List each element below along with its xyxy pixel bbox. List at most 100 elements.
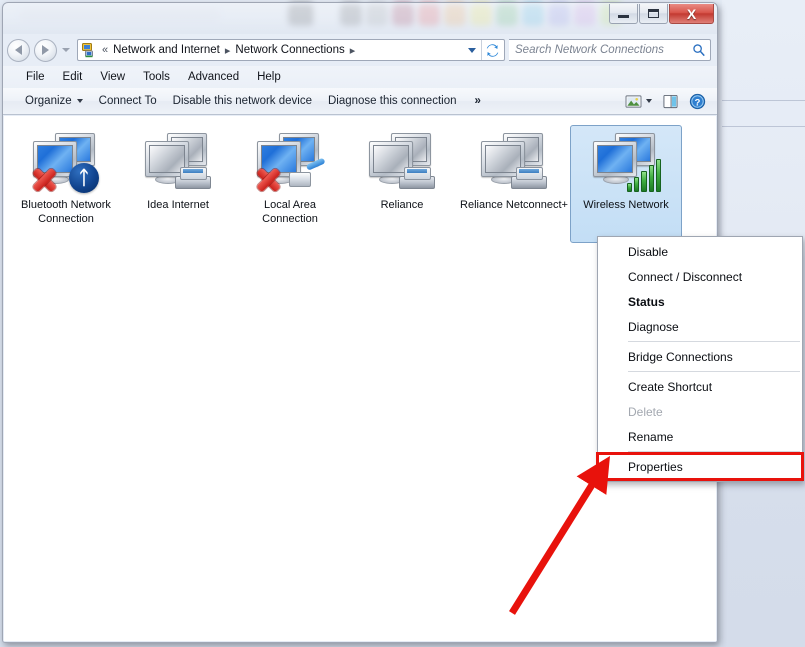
menu-edit[interactable]: Edit	[54, 69, 92, 85]
context-menu: Disable Connect / Disconnect Status Diag…	[596, 236, 804, 482]
menu-help[interactable]: Help	[248, 69, 290, 85]
connect-to-button[interactable]: Connect To	[91, 92, 165, 110]
network-icon	[81, 42, 97, 58]
menu-file[interactable]: File	[17, 69, 54, 85]
bluetooth-icon: ᛏ	[69, 163, 99, 193]
context-menu-label: Delete	[628, 404, 663, 419]
connection-item-idea-internet[interactable]: Idea Internet	[122, 125, 234, 243]
red-x-icon	[253, 164, 283, 193]
search-box[interactable]: Search Network Connections	[509, 39, 711, 61]
context-menu-separator	[628, 451, 800, 452]
change-view-icon	[625, 94, 642, 108]
navigation-bar: « Network and Internet ▸ Network Connect…	[3, 34, 717, 66]
context-menu-item-connect-disconnect[interactable]: Connect / Disconnect	[598, 264, 802, 289]
close-button[interactable]: X	[669, 4, 714, 24]
refresh-icon	[486, 43, 499, 57]
shield-icon	[604, 458, 621, 475]
maximize-icon	[648, 9, 659, 18]
recent-pages-chevron-down-icon[interactable]	[62, 48, 70, 52]
background-window-divider	[722, 126, 805, 127]
context-menu-item-status[interactable]: Status	[598, 289, 802, 314]
connection-item-wireless-network[interactable]: Wireless Network	[570, 125, 682, 243]
connections-grid: ᛏ Bluetooth Network Connection Idea Inte…	[4, 117, 716, 245]
context-menu-label: Bridge Connections	[628, 349, 733, 364]
context-menu-label: Properties	[628, 459, 683, 474]
context-menu-label: Disable	[628, 244, 669, 259]
connection-item-bluetooth-network-connection[interactable]: ᛏ Bluetooth Network Connection	[10, 125, 122, 243]
address-bar[interactable]: « Network and Internet ▸ Network Connect…	[77, 39, 505, 61]
shield-icon	[604, 348, 621, 365]
network-monitors-icon	[589, 132, 663, 194]
breadcrumb-separator[interactable]: ▸	[222, 44, 234, 57]
breadcrumb-network-and-internet[interactable]: Network and Internet	[111, 43, 222, 57]
forward-button[interactable]	[34, 38, 57, 62]
modem-phone-icon	[175, 162, 213, 192]
close-icon: X	[686, 5, 697, 22]
network-monitors-icon	[141, 132, 215, 194]
connection-item-reliance-netconnect-plus[interactable]: Reliance Netconnect+	[458, 125, 570, 243]
shield-icon	[604, 403, 621, 420]
organize-label: Organize	[25, 95, 72, 107]
menu-advanced[interactable]: Advanced	[179, 69, 248, 85]
context-menu-item-create-shortcut[interactable]: Create Shortcut	[598, 374, 802, 399]
address-chevron-down-icon[interactable]	[468, 47, 476, 53]
connection-label: Bluetooth Network Connection	[21, 199, 111, 225]
maximize-button[interactable]	[639, 4, 668, 24]
menu-tools[interactable]: Tools	[134, 69, 179, 85]
command-toolbar: Organize Connect To Disable this network…	[3, 88, 717, 115]
context-menu-label: Create Shortcut	[628, 379, 713, 394]
back-button[interactable]	[7, 38, 30, 62]
breadcrumb-separator[interactable]: ▸	[347, 44, 359, 57]
change-view-button[interactable]	[620, 92, 657, 111]
chevron-down-icon	[76, 99, 83, 103]
breadcrumb-network-connections[interactable]: Network Connections	[233, 43, 346, 57]
address-leading-chevrons: «	[102, 44, 109, 56]
window-titlebar[interactable]: X	[3, 3, 717, 34]
organize-button[interactable]: Organize	[17, 92, 91, 110]
red-x-icon	[29, 164, 59, 193]
disable-network-device-button[interactable]: Disable this network device	[165, 92, 320, 110]
context-menu-label: Diagnose	[628, 319, 679, 334]
context-menu-item-disable[interactable]: Disable	[598, 239, 802, 264]
menu-view[interactable]: View	[91, 69, 134, 85]
network-monitors-icon	[253, 132, 327, 194]
connection-label: Idea Internet	[147, 199, 209, 211]
context-menu-item-bridge-connections[interactable]: Bridge Connections	[598, 344, 802, 369]
context-menu-label: Status	[628, 294, 665, 309]
refresh-button[interactable]	[481, 40, 503, 60]
shield-icon	[604, 243, 621, 260]
context-menu-item-properties[interactable]: Properties	[596, 452, 804, 481]
connection-item-local-area-connection[interactable]: Local Area Connection	[234, 125, 346, 243]
context-menu-separator	[628, 371, 800, 372]
toolbar-overflow-button[interactable]: »	[464, 92, 488, 110]
search-icon	[693, 44, 705, 57]
help-icon: ?	[689, 93, 706, 109]
diagnose-connection-button[interactable]: Diagnose this connection	[320, 92, 465, 110]
minimize-icon	[618, 14, 629, 18]
preview-pane-icon	[663, 94, 678, 108]
context-menu-label: Connect / Disconnect	[628, 269, 743, 284]
svg-text:?: ?	[695, 97, 701, 108]
forward-arrow-icon	[42, 45, 49, 55]
help-button[interactable]: ?	[684, 91, 711, 112]
context-menu-item-rename[interactable]: Rename	[598, 424, 802, 449]
search-input[interactable]: Search Network Connections	[515, 44, 692, 56]
network-monitors-icon: ᛏ	[29, 132, 103, 194]
window-controls: X	[609, 4, 714, 24]
chevron-down-icon	[646, 99, 652, 103]
context-menu-item-diagnose[interactable]: Diagnose	[598, 314, 802, 339]
background-window-divider	[722, 100, 805, 101]
modem-phone-icon	[511, 162, 549, 192]
connection-label: Local Area Connection	[262, 199, 318, 225]
rj45-plug-icon	[289, 157, 326, 190]
menu-bar: File Edit View Tools Advanced Help	[3, 66, 717, 88]
context-menu-label: Rename	[628, 429, 674, 444]
connection-item-reliance[interactable]: Reliance	[346, 125, 458, 243]
shield-icon	[604, 428, 621, 445]
show-preview-pane-button[interactable]	[657, 92, 684, 111]
network-monitors-icon	[477, 132, 551, 194]
modem-phone-icon	[399, 162, 437, 192]
network-monitors-icon	[365, 132, 439, 194]
context-menu-item-delete: Delete	[598, 399, 802, 424]
minimize-button[interactable]	[609, 4, 638, 24]
